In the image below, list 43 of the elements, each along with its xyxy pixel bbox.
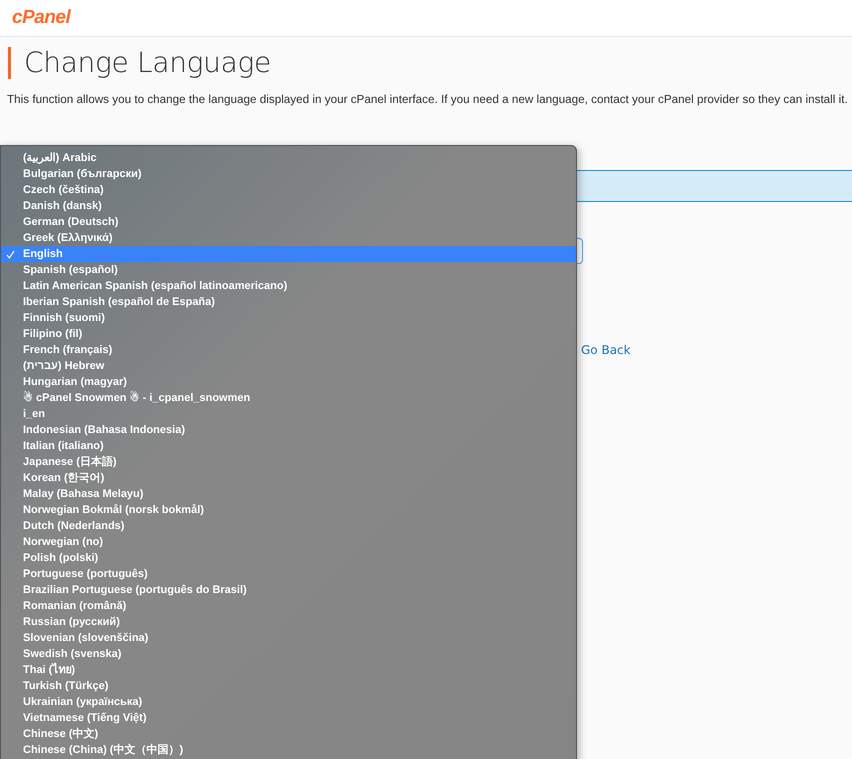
language-option[interactable]: Japanese (日本語) — [1, 454, 576, 470]
language-option[interactable]: (עברית) Hebrew — [1, 358, 576, 374]
language-option[interactable]: Czech (čeština) — [1, 182, 576, 198]
language-option[interactable]: i_en — [1, 406, 576, 422]
language-option[interactable]: Chinese (China) (中文（中国）) — [1, 742, 576, 758]
language-option[interactable]: Turkish (Türkçe) — [1, 678, 576, 694]
language-option[interactable]: Swedish (svenska) — [1, 646, 576, 662]
go-back-link[interactable]: Go Back — [581, 343, 631, 357]
language-option[interactable]: Korean (한국어) — [1, 470, 576, 486]
language-option[interactable]: Norwegian (no) — [1, 534, 576, 550]
language-option[interactable]: Indonesian (Bahasa Indonesia) — [1, 422, 576, 438]
language-option[interactable]: Ukrainian (українська) — [1, 694, 576, 710]
language-option[interactable]: Bulgarian (български) — [1, 166, 576, 182]
language-option[interactable]: Chinese (中文) — [1, 726, 576, 742]
language-option[interactable]: Iberian Spanish (español de España) — [1, 294, 576, 310]
language-option[interactable]: (العربية) Arabic — [1, 150, 576, 166]
language-option[interactable]: Greek (Ελληνικά) — [1, 230, 576, 246]
language-option[interactable]: German (Deutsch) — [1, 214, 576, 230]
page-title: Change Language — [24, 46, 271, 79]
language-option[interactable]: ☃ cPanel Snowmen ☃ - i_cpanel_snowmen — [1, 390, 576, 406]
language-option[interactable]: Dutch (Nederlands) — [1, 518, 576, 534]
cpanel-logo[interactable]: cPanel — [12, 7, 70, 29]
language-option[interactable]: Filipino (fil) — [1, 326, 576, 342]
language-option[interactable]: French (français) — [1, 342, 576, 358]
language-option[interactable]: Russian (русский) — [1, 614, 576, 630]
language-option[interactable]: Polish (polski) — [1, 550, 576, 566]
language-option[interactable]: Vietnamese (Tiếng Việt) — [1, 710, 576, 726]
language-option[interactable]: Spanish (español) — [1, 262, 576, 278]
language-option[interactable]: Thai (ไทย) — [1, 662, 576, 678]
language-option[interactable]: Romanian (română) — [1, 598, 576, 614]
language-option[interactable]: Norwegian Bokmål (norsk bokmål) — [1, 502, 576, 518]
language-option[interactable]: English — [1, 246, 576, 262]
check-icon — [6, 250, 15, 259]
language-option[interactable]: Slovenian (slovenščina) — [1, 630, 576, 646]
language-option[interactable]: Brazilian Portuguese (português do Brasil) — [1, 582, 576, 598]
language-option[interactable]: Portuguese (português) — [1, 566, 576, 582]
language-option[interactable]: Finnish (suomi) — [1, 310, 576, 326]
language-option[interactable]: Danish (dansk) — [1, 198, 576, 214]
language-option[interactable]: Hungarian (magyar) — [1, 374, 576, 390]
language-option[interactable]: Italian (italiano) — [1, 438, 576, 454]
page-description: This function allows you to change the language displayed in your cPanel interface. If you need a new language, contact your cPanel provider so they can install it. — [7, 93, 849, 106]
language-option[interactable]: Latin American Spanish (español latinoamericano) — [1, 278, 576, 294]
language-option[interactable]: Malay (Bahasa Melayu) — [1, 486, 576, 502]
